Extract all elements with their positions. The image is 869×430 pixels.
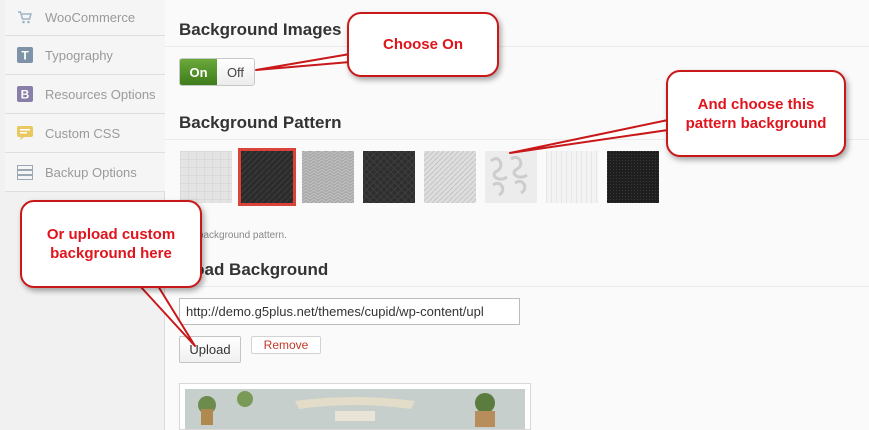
- pattern-option[interactable]: [607, 151, 659, 203]
- pattern-option-selected[interactable]: [238, 148, 296, 206]
- background-url-field[interactable]: http://demo.g5plus.net/themes/cupid/wp-c…: [179, 298, 520, 325]
- upload-button[interactable]: Upload: [179, 336, 241, 363]
- options-panel: Background Images On Off Background Patt…: [165, 0, 869, 430]
- pattern-option[interactable]: [363, 151, 415, 203]
- toggle-off-option[interactable]: Off: [217, 59, 254, 85]
- callout-upload-custom: Or upload custom background here: [20, 200, 202, 288]
- callout-choose-pattern: And choose this pattern background: [666, 70, 846, 157]
- background-images-toggle[interactable]: On Off: [179, 58, 255, 86]
- background-pattern-title: Background Pattern: [179, 113, 342, 132]
- remove-button[interactable]: Remove: [251, 336, 321, 354]
- sidebar-item-label: Resources Options: [45, 86, 156, 102]
- sidebar-item-label: Custom CSS: [45, 125, 121, 141]
- sidebar-menu: WooCommerce T Typography B Resources Opt…: [5, 0, 165, 192]
- css-icon: [17, 125, 33, 141]
- sidebar-item-custom-css[interactable]: Custom CSS: [5, 114, 165, 153]
- sidebar-item-resources-options[interactable]: B Resources Options: [5, 75, 165, 114]
- svg-text:B: B: [21, 88, 30, 102]
- typography-icon: T: [17, 47, 33, 63]
- sidebar-item-label: WooCommerce: [45, 10, 136, 25]
- pattern-option[interactable]: [424, 151, 476, 203]
- pattern-option[interactable]: [546, 151, 598, 203]
- background-preview-image: [185, 389, 525, 429]
- sidebar-item-label: Typography: [45, 47, 113, 63]
- sidebar-item-label: Backup Options: [45, 164, 137, 180]
- divider: [165, 46, 869, 47]
- callout-choose-on: Choose On: [347, 12, 499, 77]
- pattern-option[interactable]: [302, 151, 354, 203]
- pattern-option[interactable]: [180, 151, 232, 203]
- divider: [165, 286, 869, 287]
- toggle-on-option[interactable]: On: [180, 59, 217, 85]
- backup-icon: [17, 164, 33, 180]
- background-images-title: Background Images: [179, 20, 342, 39]
- sidebar-item-typography[interactable]: T Typography: [5, 36, 165, 75]
- sidebar-item-backup-options[interactable]: Backup Options: [5, 153, 165, 192]
- pattern-option[interactable]: [485, 151, 537, 203]
- svg-text:T: T: [21, 49, 29, 63]
- background-preview: [179, 383, 531, 430]
- resources-icon: B: [17, 86, 33, 102]
- cart-icon: [17, 10, 33, 26]
- sidebar-item-woocommerce[interactable]: WooCommerce: [5, 0, 165, 36]
